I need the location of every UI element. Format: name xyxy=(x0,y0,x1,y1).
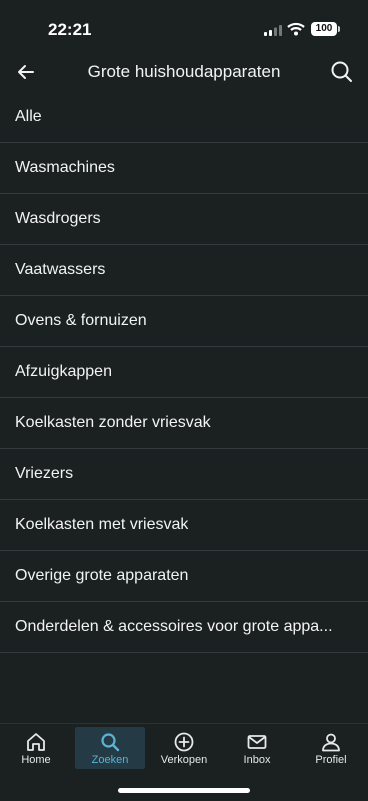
category-label: Wasmachines xyxy=(15,159,115,176)
category-label: Vriezers xyxy=(15,465,74,482)
category-item-overige-grote-apparaten[interactable]: Overige grote apparaten xyxy=(0,551,368,602)
nav-item-home[interactable]: Home xyxy=(1,727,71,769)
category-item-alle[interactable]: Alle xyxy=(0,92,368,143)
nav-label-inbox: Inbox xyxy=(243,754,271,766)
category-list: Alle Wasmachines Wasdrogers Vaatwassers … xyxy=(0,92,368,653)
category-label: Onderdelen & accessoires voor grote appa… xyxy=(15,618,333,635)
category-item-vriezers[interactable]: Vriezers xyxy=(0,449,368,500)
nav-item-search[interactable]: Zoeken xyxy=(75,727,145,769)
category-label: Overige grote apparaten xyxy=(15,567,189,584)
nav-item-profile[interactable]: Profiel xyxy=(296,727,366,769)
category-item-koelkasten-zonder-vriesvak[interactable]: Koelkasten zonder vriesvak xyxy=(0,398,368,449)
user-icon xyxy=(322,733,340,752)
category-item-vaatwassers[interactable]: Vaatwassers xyxy=(0,245,368,296)
category-item-wasdrogers[interactable]: Wasdrogers xyxy=(0,194,368,245)
category-label: Alle xyxy=(15,108,42,125)
cellular-signal-icon xyxy=(264,25,282,36)
envelope-icon xyxy=(247,735,267,749)
status-bar: 22:21 100 xyxy=(0,0,368,58)
nav-label-sell: Verkopen xyxy=(160,754,208,766)
wifi-icon xyxy=(287,22,305,36)
nav-label-profile: Profiel xyxy=(315,754,347,766)
battery-icon: 100 xyxy=(311,22,337,36)
home-indicator xyxy=(118,788,250,793)
category-item-koelkasten-met-vriesvak[interactable]: Koelkasten met vriesvak xyxy=(0,500,368,551)
category-item-onderdelen-accessoires[interactable]: Onderdelen & accessoires voor grote appa… xyxy=(0,602,368,653)
nav-item-sell[interactable]: Verkopen xyxy=(149,727,219,769)
category-label: Koelkasten zonder vriesvak xyxy=(15,414,211,431)
nav-label-search: Zoeken xyxy=(91,754,129,766)
category-label: Koelkasten met vriesvak xyxy=(15,516,189,533)
nav-item-inbox[interactable]: Inbox xyxy=(222,727,292,769)
category-label: Ovens & fornuizen xyxy=(15,312,147,329)
category-item-afzuigkappen[interactable]: Afzuigkappen xyxy=(0,347,368,398)
nav-label-home: Home xyxy=(21,754,51,766)
search-icon xyxy=(101,733,120,752)
category-label: Afzuigkappen xyxy=(15,363,112,380)
home-icon xyxy=(27,733,45,751)
page-title: Grote huishoudapparaten xyxy=(87,62,281,81)
search-icon[interactable] xyxy=(328,58,356,86)
category-label: Wasdrogers xyxy=(15,210,101,227)
category-item-wasmachines[interactable]: Wasmachines xyxy=(0,143,368,194)
category-item-ovens-fornuizen[interactable]: Ovens & fornuizen xyxy=(0,296,368,347)
plus-circle-icon xyxy=(174,732,194,752)
category-label: Vaatwassers xyxy=(15,261,106,278)
battery-tip xyxy=(338,26,340,32)
header: Grote huishoudapparaten xyxy=(0,52,368,92)
status-time: 22:21 xyxy=(48,20,92,39)
